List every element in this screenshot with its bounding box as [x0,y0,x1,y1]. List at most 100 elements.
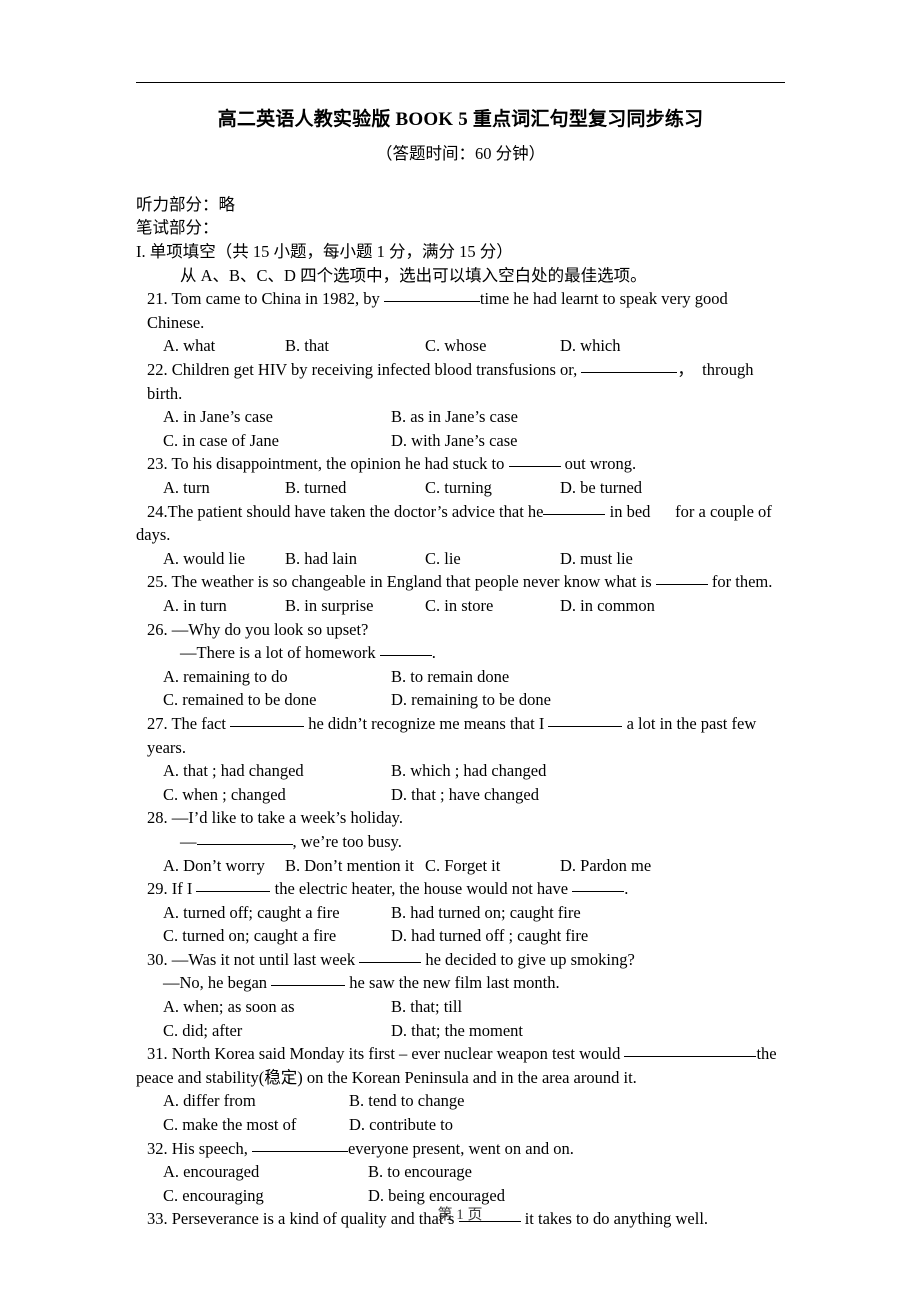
question-options-24: A. would lie B. had lain C. lie D. must … [136,547,785,571]
option-31-a[interactable]: A. differ from [163,1089,349,1113]
answer-blank-22[interactable] [581,372,678,374]
option-29-d[interactable]: D. had turned off ; caught fire [391,924,588,948]
option-28-d[interactable]: D. Pardon me [560,854,651,878]
option-25-b[interactable]: B. in surprise [285,594,425,618]
option-31-d[interactable]: D. contribute to [349,1113,453,1137]
question-stem-24: 24.The patient should have taken the doc… [136,500,785,524]
option-28-b[interactable]: B. Don’t mention it [285,854,425,878]
option-26-d[interactable]: D. remaining to be done [391,688,551,712]
option-24-a[interactable]: A. would lie [163,547,285,571]
question-options-30-row1: A. when; as soon as B. that; till [136,995,785,1019]
answer-blank-27-second[interactable] [548,725,623,727]
option-30-a[interactable]: A. when; as soon as [163,995,391,1019]
question-stem-22: 22. Children get HIV by receiving infect… [136,358,785,405]
option-21-d[interactable]: D. which [560,334,621,358]
question-options-29-row2: C. turned on; caught a fire D. had turne… [136,924,785,948]
header-rule [136,82,785,83]
question-stem-32-after: everyone present, went on and on. [347,1138,574,1158]
option-31-b[interactable]: B. tend to change [349,1089,464,1113]
option-23-b[interactable]: B. turned [285,476,425,500]
option-25-d[interactable]: D. in common [560,594,655,618]
question-stem-24-wrap: days. [136,525,171,545]
question-options-22-row2: C. in case of Jane D. with Jane’s case [136,429,785,453]
option-23-c[interactable]: C. turning [425,476,560,500]
question-stem-32: 32. His speech, everyone present, went o… [136,1137,785,1161]
document-content: 高二英语人教实验版 BOOK 5 重点词汇句型复习同步练习 （答题时间：60 分… [136,104,785,1231]
option-22-c[interactable]: C. in case of Jane [163,429,391,453]
option-27-c[interactable]: C. when ; changed [163,783,391,807]
answer-blank-26[interactable] [379,655,432,657]
answer-blank-27-first[interactable] [230,725,305,727]
option-26-c[interactable]: C. remained to be done [163,688,391,712]
option-24-b[interactable]: B. had lain [285,547,425,571]
option-30-d[interactable]: D. that; the moment [391,1019,523,1043]
question-stem-23: 23. To his disappointment, the opinion h… [136,452,785,476]
question-stem-27-before: 27. The fact [147,713,231,733]
question-stem-23-after: out wrong. [560,454,637,474]
question-reply-28-after: , we’re too busy. [292,831,402,851]
question-stem-30-after: he decided to give up smoking? [421,949,635,969]
answer-blank-30-first[interactable] [359,961,422,963]
question-stem-27: 27. The fact he didn’t recognize me mean… [136,712,785,759]
question-stem-25-after: for them. [707,572,773,592]
option-25-a[interactable]: A. in turn [163,594,285,618]
option-24-c[interactable]: C. lie [425,547,560,571]
question-options-27-row1: A. that ; had changed B. which ; had cha… [136,759,785,783]
option-28-c[interactable]: C. Forget it [425,854,560,878]
option-30-b[interactable]: B. that; till [391,995,462,1019]
question-stem-21-before: 21. Tom came to China in 1982, by [147,289,384,309]
option-27-b[interactable]: B. which ; had changed [391,759,546,783]
option-29-b[interactable]: B. had turned on; caught fire [391,901,581,925]
option-28-a[interactable]: A. Don’t worry [163,854,285,878]
question-stem-29: 29. If I the electric heater, the house … [136,877,785,901]
answer-blank-23[interactable] [508,466,561,468]
option-29-a[interactable]: A. turned off; caught a fire [163,901,391,925]
option-25-c[interactable]: C. in store [425,594,560,618]
option-27-d[interactable]: D. that ; have changed [391,783,539,807]
question-stem-26: 26. —Why do you look so upset? [147,619,369,639]
answer-blank-31[interactable] [624,1056,757,1058]
answer-blank-24[interactable] [543,513,606,515]
answer-blank-32[interactable] [251,1150,348,1152]
option-32-a[interactable]: A. encouraged [163,1160,368,1184]
option-21-c[interactable]: C. whose [425,334,560,358]
answer-blank-21[interactable] [383,301,480,303]
answer-blank-29-first[interactable] [196,891,271,893]
option-22-b[interactable]: B. as in Jane’s case [391,405,518,429]
question-stem-24-after: in bed for a couple of [605,501,772,521]
question-stem-25: 25. The weather is so changeable in Engl… [136,570,785,594]
answer-blank-30-second[interactable] [271,985,346,987]
option-23-d[interactable]: D. be turned [560,476,642,500]
option-26-a[interactable]: A. remaining to do [163,665,391,689]
question-reply-30: —No, he began he saw the new film last m… [136,971,785,995]
option-32-b[interactable]: B. to encourage [368,1160,472,1184]
option-31-c[interactable]: C. make the most of [163,1113,349,1137]
answer-blank-28[interactable] [196,843,293,845]
page-footer: 第 1 页 [437,1207,483,1223]
option-21-a[interactable]: A. what [163,334,285,358]
option-23-a[interactable]: A. turn [163,476,285,500]
option-22-d[interactable]: D. with Jane’s case [391,429,517,453]
question-reply-30-before: —No, he began [163,973,272,993]
page-title: 高二英语人教实验版 BOOK 5 重点词汇句型复习同步练习 [217,109,704,130]
option-22-a[interactable]: A. in Jane’s case [163,405,391,429]
question-options-26-row1: A. remaining to do B. to remain done [136,665,785,689]
question-options-23: A. turn B. turned C. turning D. be turne… [136,476,785,500]
option-26-b[interactable]: B. to remain done [391,665,509,689]
option-24-d[interactable]: D. must lie [560,547,633,571]
question-options-26-row2: C. remained to be done D. remaining to b… [136,688,785,712]
option-29-c[interactable]: C. turned on; caught a fire [163,924,391,948]
question-reply-26-after: . [431,643,436,663]
question-options-21: A. what B. that C. whose D. which [136,334,785,358]
answer-blank-25[interactable] [655,584,708,586]
written-section-label: 笔试部分： [136,218,219,238]
option-21-b[interactable]: B. that [285,334,425,358]
document-page: 高二英语人教实验版 BOOK 5 重点词汇句型复习同步练习 （答题时间：60 分… [0,0,920,1302]
option-30-c[interactable]: C. did; after [163,1019,391,1043]
section-heading-multiple-choice: I. 单项填空（共 15 小题，每小题 1 分，满分 15 分） [136,242,513,262]
question-stem-31: 31. North Korea said Monday its first – … [136,1042,785,1066]
question-options-30-row2: C. did; after D. that; the moment [136,1019,785,1043]
option-27-a[interactable]: A. that ; had changed [163,759,391,783]
answer-blank-29-second[interactable] [572,891,625,893]
question-stem-31-wrap: peace and stability(稳定) on the Korean Pe… [136,1067,637,1087]
